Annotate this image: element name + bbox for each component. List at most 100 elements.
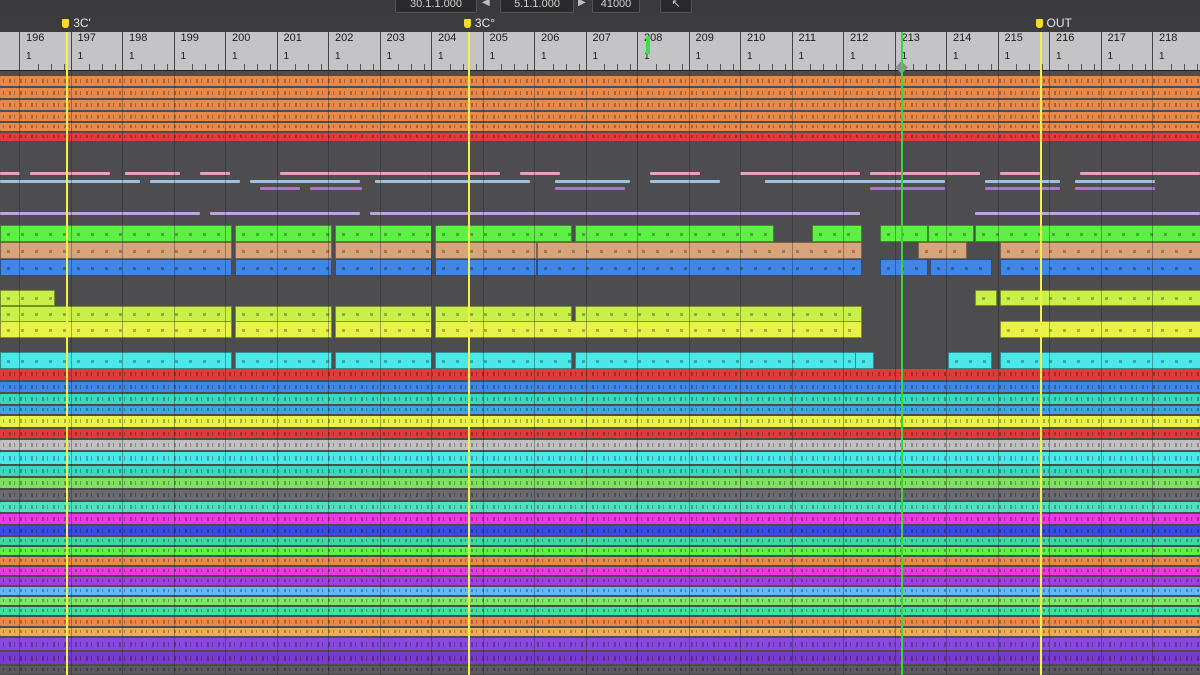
audio-region[interactable]: [1080, 172, 1200, 175]
audio-region[interactable]: [0, 617, 1200, 626]
audio-region[interactable]: [555, 180, 630, 183]
track-lane[interactable]: [0, 209, 1200, 215]
audio-region[interactable]: [555, 187, 625, 190]
audio-region[interactable]: [0, 577, 1200, 585]
audio-region[interactable]: [1075, 180, 1155, 183]
track-lane[interactable]: [0, 381, 1200, 393]
audio-region[interactable]: [0, 452, 1200, 464]
track-lane[interactable]: [0, 606, 1200, 616]
track-lane[interactable]: [0, 566, 1200, 576]
audio-region[interactable]: [335, 242, 432, 259]
track-lane[interactable]: [0, 465, 1200, 477]
track-lane[interactable]: [0, 477, 1200, 489]
audio-region[interactable]: [650, 180, 720, 183]
track-lane[interactable]: [0, 428, 1200, 439]
track-lane[interactable]: [0, 576, 1200, 586]
audio-region[interactable]: [0, 225, 232, 242]
audio-region[interactable]: [125, 172, 180, 175]
audio-region[interactable]: [880, 259, 928, 276]
track-lane[interactable]: [0, 415, 1200, 428]
audio-region[interactable]: [880, 225, 928, 242]
track-lane[interactable]: [0, 351, 1200, 369]
track-lane[interactable]: [0, 489, 1200, 501]
audio-region[interactable]: [435, 259, 537, 276]
audio-region[interactable]: [0, 242, 232, 259]
audio-region[interactable]: [0, 526, 1200, 535]
audio-region[interactable]: [435, 242, 537, 259]
track-lane[interactable]: [0, 536, 1200, 546]
audio-region[interactable]: [260, 187, 300, 190]
audio-region[interactable]: [0, 466, 1200, 476]
audio-region[interactable]: [375, 180, 530, 183]
audio-region[interactable]: [0, 490, 1200, 500]
track-lane[interactable]: [0, 184, 1200, 191]
track-lane[interactable]: [0, 546, 1200, 556]
audio-region[interactable]: [0, 123, 1200, 131]
audio-region[interactable]: [235, 225, 332, 242]
audio-region[interactable]: [150, 180, 240, 183]
track-lane[interactable]: [0, 111, 1200, 122]
audio-region[interactable]: [0, 514, 1200, 524]
audio-region[interactable]: [0, 638, 1200, 650]
arrow-left-icon[interactable]: ◀: [482, 0, 490, 8]
audio-region[interactable]: [310, 187, 362, 190]
ruler-bar[interactable]: 218 1: [1152, 32, 1200, 70]
audio-region[interactable]: [0, 537, 1200, 545]
audio-region[interactable]: [0, 429, 1200, 438]
marker[interactable]: OUT: [1035, 14, 1072, 32]
audio-region[interactable]: [235, 242, 332, 259]
track-lane[interactable]: [0, 289, 1200, 306]
audio-region[interactable]: [0, 597, 1200, 605]
audio-region[interactable]: [740, 172, 860, 175]
audio-region[interactable]: [335, 259, 432, 276]
audio-region[interactable]: [0, 628, 1200, 636]
audio-region[interactable]: [210, 212, 360, 215]
audio-region[interactable]: [370, 212, 860, 215]
audio-region[interactable]: [0, 321, 232, 338]
audio-region[interactable]: [948, 352, 992, 369]
audio-region[interactable]: [0, 290, 55, 306]
track-lane[interactable]: [0, 99, 1200, 111]
audio-region[interactable]: [0, 607, 1200, 615]
track-lane[interactable]: [0, 651, 1200, 665]
audio-region[interactable]: [335, 321, 432, 338]
track-lane[interactable]: [0, 637, 1200, 651]
track-lane[interactable]: [0, 177, 1200, 184]
track-lane[interactable]: [0, 556, 1200, 566]
audio-region[interactable]: [520, 172, 560, 175]
arrow-right-icon[interactable]: ▶: [578, 0, 586, 8]
audio-region[interactable]: [918, 242, 967, 259]
audio-region[interactable]: [0, 369, 1200, 380]
track-lane[interactable]: [0, 525, 1200, 536]
audio-region[interactable]: [855, 352, 874, 369]
audio-region[interactable]: [0, 416, 1200, 427]
track-lane[interactable]: [0, 87, 1200, 99]
audio-region[interactable]: [870, 172, 980, 175]
track-lane[interactable]: [0, 224, 1200, 242]
audio-region[interactable]: [335, 225, 432, 242]
audio-region[interactable]: [0, 440, 1200, 450]
audio-region[interactable]: [435, 225, 572, 242]
audio-region[interactable]: [575, 352, 862, 369]
audio-region[interactable]: [1075, 187, 1155, 190]
audio-region[interactable]: [975, 290, 997, 306]
audio-region[interactable]: [235, 259, 332, 276]
audio-region[interactable]: [0, 172, 20, 175]
track-lane[interactable]: [0, 305, 1200, 322]
audio-region[interactable]: [0, 382, 1200, 392]
track-lane[interactable]: [0, 665, 1200, 675]
audio-region[interactable]: [0, 587, 1200, 595]
audio-region[interactable]: [928, 225, 974, 242]
audio-region[interactable]: [0, 212, 200, 215]
track-lane[interactable]: [0, 320, 1200, 338]
audio-region[interactable]: [0, 112, 1200, 121]
track-lane[interactable]: [0, 616, 1200, 627]
track-lane[interactable]: [0, 132, 1200, 142]
track-lane[interactable]: [0, 75, 1200, 87]
track-lane[interactable]: [0, 627, 1200, 637]
timeline-ruler[interactable]: 196 1 197 1 198 1 199 1 200 1 201 1 202 1 203 1 204 1 205 1…: [0, 32, 1200, 71]
track-lane[interactable]: [0, 405, 1200, 415]
audio-region[interactable]: [0, 557, 1200, 565]
audio-region[interactable]: [930, 259, 992, 276]
track-lane[interactable]: [0, 393, 1200, 405]
